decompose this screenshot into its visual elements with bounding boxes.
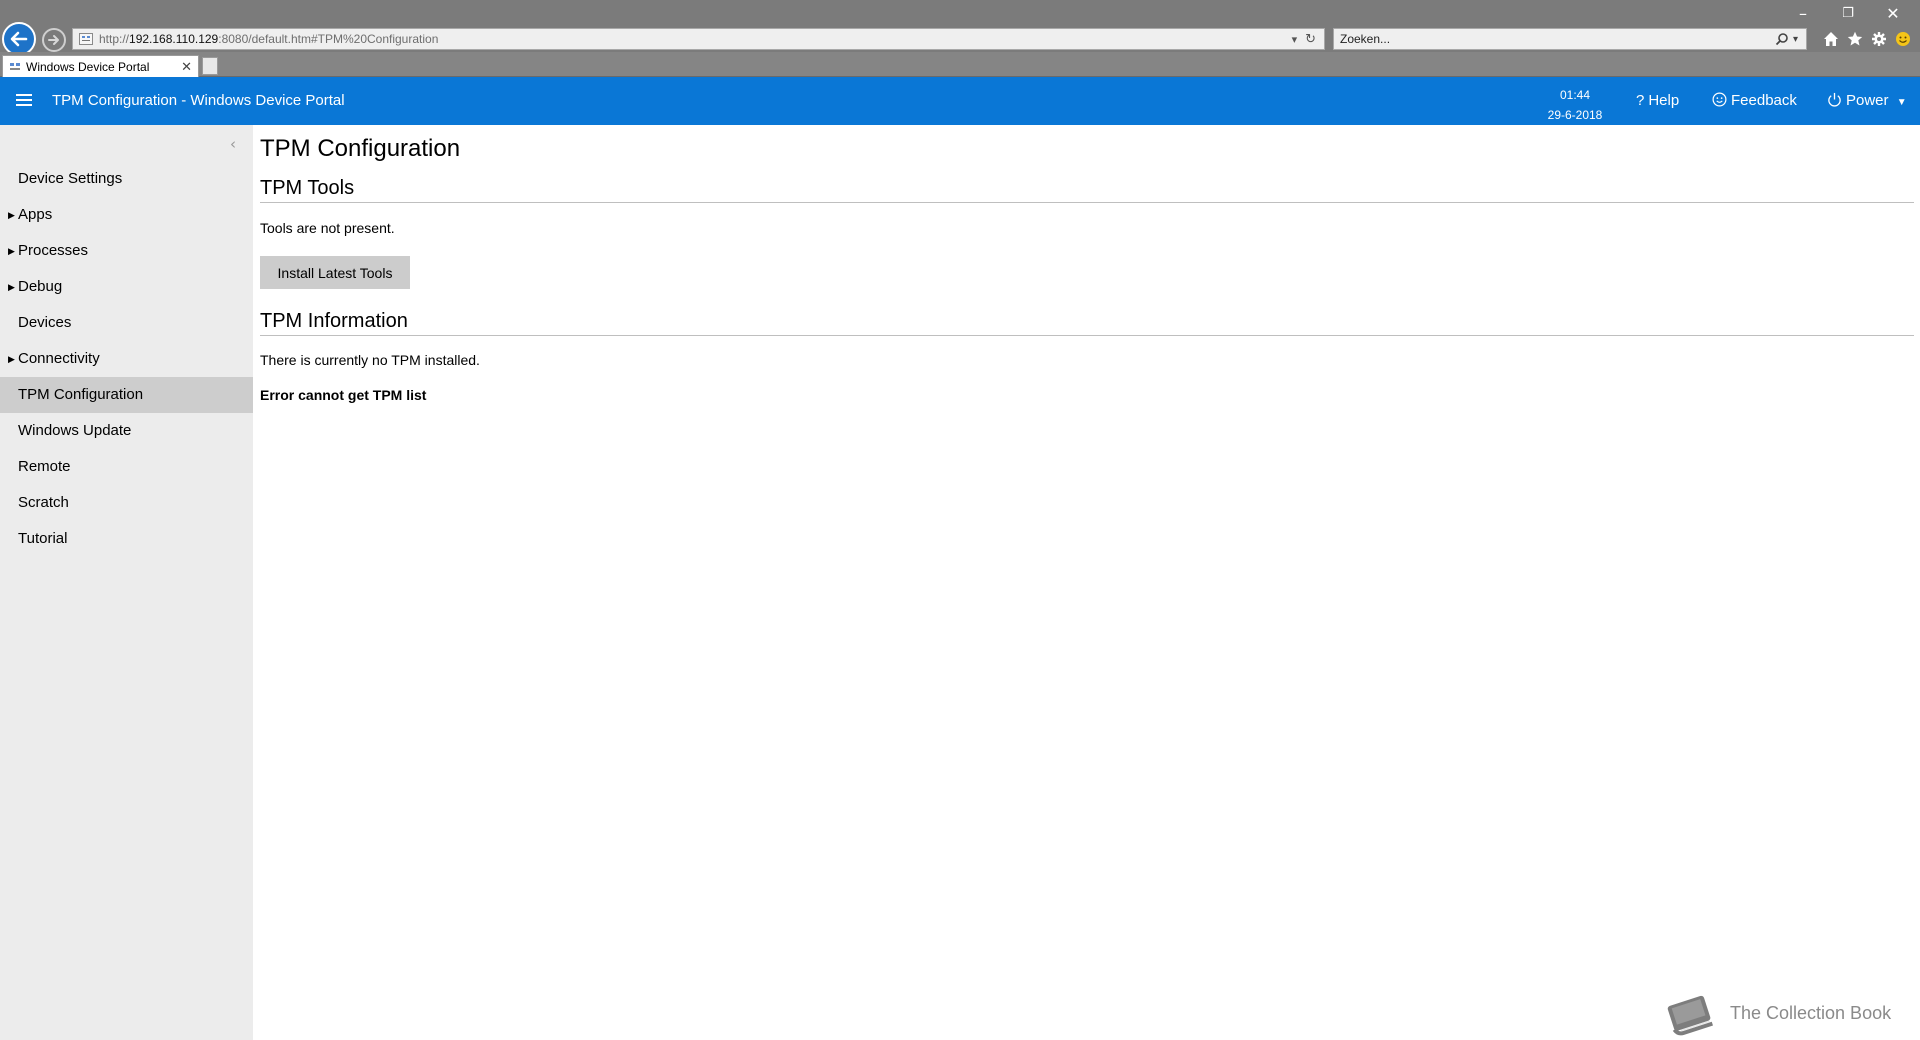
sidebar-item-label: Scratch — [18, 494, 69, 511]
expand-arrow-icon: ▶ — [8, 354, 15, 364]
power-label: Power — [1846, 92, 1889, 109]
search-bar[interactable]: Zoeken... ▾ — [1333, 28, 1807, 50]
clock: 01:44 29-6-2018 — [1530, 85, 1620, 125]
power-button[interactable]: Power ▼ — [1827, 92, 1907, 109]
sidebar-item-processes[interactable]: ▶ Processes — [0, 233, 253, 269]
tpm-status-text: There is currently no TPM installed. — [260, 352, 480, 368]
search-dropdown-icon[interactable]: ▾ — [1793, 34, 1798, 45]
search-icon[interactable] — [1775, 32, 1789, 46]
tpm-information-heading: TPM Information — [260, 310, 1914, 336]
question-icon: ? — [1636, 92, 1645, 109]
sidebar-item-label: Debug — [18, 278, 63, 295]
help-label: Help — [1648, 92, 1680, 109]
sidebar-item-label: Apps — [18, 206, 53, 223]
page-title: TPM Configuration — [260, 135, 461, 162]
expand-arrow-icon: ▶ — [8, 246, 15, 256]
install-latest-tools-button[interactable]: Install Latest Tools — [260, 256, 410, 289]
tab-strip — [0, 52, 1920, 77]
clock-date: 29-6-2018 — [1547, 108, 1603, 122]
page-header-title: TPM Configuration - Windows Device Porta… — [52, 92, 345, 109]
sidebar-item-apps[interactable]: ▶ Apps — [0, 197, 253, 233]
search-input[interactable]: Zoeken... — [1340, 32, 1775, 46]
browser-toolbar: – ❐ ✕ http://192.168.110.129:8080/defaul… — [0, 0, 1920, 56]
sidebar-item-debug[interactable]: ▶ Debug — [0, 269, 253, 305]
main-content: TPM Configuration TPM Tools Tools are no… — [260, 125, 1914, 1040]
expand-arrow-icon: ▶ — [8, 210, 15, 220]
sidebar-item-device-settings[interactable]: Device Settings — [0, 161, 253, 197]
page-icon — [79, 33, 93, 45]
arrow-left-icon — [10, 31, 28, 47]
back-button[interactable] — [2, 22, 36, 56]
gear-icon[interactable] — [1869, 28, 1889, 50]
page-icon — [10, 62, 20, 70]
new-tab-button[interactable] — [202, 57, 218, 75]
sidebar-item-label: TPM Configuration — [18, 386, 144, 403]
sidebar-item-label: Tutorial — [18, 530, 68, 547]
sidebar: ‹ Device Settings ▶ Apps ▶ Processes ▶ Debu… — [0, 125, 253, 1040]
watermark: The Collection Book — [1664, 990, 1891, 1036]
feedback-button[interactable]: Feedback — [1712, 92, 1797, 109]
power-icon — [1827, 92, 1842, 109]
app-header: TPM Configuration - Windows Device Porta… — [0, 77, 1920, 125]
tpm-tools-heading: TPM Tools — [260, 177, 1914, 203]
chevron-down-icon: ▼ — [1896, 97, 1907, 108]
sidebar-item-scratch[interactable]: Scratch — [0, 485, 253, 521]
close-tab-icon[interactable]: ✕ — [181, 59, 192, 75]
url-path: :8080/default.htm#TPM%20Configuration — [218, 32, 439, 46]
arrow-right-icon — [48, 35, 59, 45]
sidebar-item-label: Connectivity — [18, 350, 100, 367]
book-icon — [1667, 995, 1713, 1036]
minimize-button[interactable]: – — [1788, 4, 1818, 24]
tab-title: Windows Device Portal — [26, 59, 150, 74]
sidebar-item-label: Remote — [18, 458, 71, 475]
tools-status-text: Tools are not present. — [260, 220, 395, 236]
forward-button[interactable] — [42, 28, 66, 52]
sidebar-nav: Device Settings ▶ Apps ▶ Processes ▶ Debug … — [0, 161, 253, 557]
address-bar[interactable]: http://192.168.110.129:8080/default.htm#… — [72, 28, 1325, 50]
sidebar-item-tutorial[interactable]: Tutorial — [0, 521, 253, 557]
close-window-button[interactable]: ✕ — [1878, 4, 1908, 24]
tpm-error-text: Error cannot get TPM list — [260, 387, 427, 403]
address-dropdown-icon[interactable]: ▾ — [1292, 33, 1298, 46]
sidebar-item-label: Windows Update — [18, 422, 132, 439]
smiley-icon — [1712, 92, 1727, 109]
help-button[interactable]: ? Help — [1636, 92, 1679, 109]
sidebar-item-connectivity[interactable]: ▶ Connectivity — [0, 341, 253, 377]
watermark-text: The Collection Book — [1730, 1002, 1892, 1023]
sidebar-item-tpm-configuration[interactable]: TPM Configuration — [0, 377, 253, 413]
smiley-icon[interactable] — [1893, 28, 1913, 50]
feedback-label: Feedback — [1731, 92, 1797, 109]
sidebar-item-remote[interactable]: Remote — [0, 449, 253, 485]
refresh-icon[interactable]: ↻ — [1305, 32, 1316, 47]
sidebar-item-label: Processes — [18, 242, 89, 259]
hamburger-menu-icon[interactable] — [16, 92, 32, 108]
browser-tab[interactable]: Windows Device Portal ✕ — [2, 55, 199, 77]
clock-time: 01:44 — [1559, 88, 1591, 102]
expand-arrow-icon: ▶ — [8, 282, 15, 292]
url-scheme: http:// — [99, 32, 130, 46]
sidebar-item-label: Device Settings — [18, 170, 123, 187]
sidebar-item-label: Devices — [18, 314, 72, 331]
address-url[interactable]: http://192.168.110.129:8080/default.htm#… — [99, 32, 1292, 46]
home-icon[interactable] — [1821, 28, 1841, 50]
collapse-sidebar-icon[interactable]: ‹ — [230, 135, 236, 153]
sidebar-item-windows-update[interactable]: Windows Update — [0, 413, 253, 449]
sidebar-item-devices[interactable]: Devices — [0, 305, 253, 341]
restore-button[interactable]: ❐ — [1833, 4, 1863, 24]
star-icon[interactable] — [1845, 28, 1865, 50]
url-host: 192.168.110.129 — [129, 32, 219, 46]
